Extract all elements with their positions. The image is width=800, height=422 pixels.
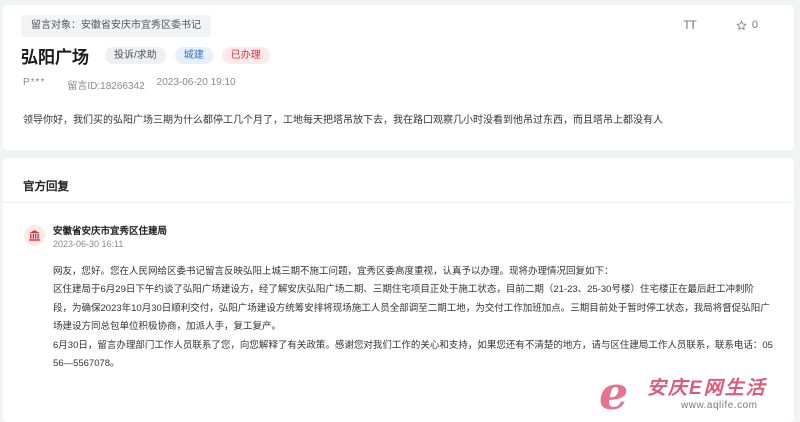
font-size-icon[interactable]: TT — [683, 18, 697, 32]
government-building-icon — [29, 230, 40, 241]
message-card: 留言对象：安徽省安庆市宜秀区委书记 TT 0 弘阳广场 投诉/求助 城建 已办理… — [3, 5, 794, 150]
toolbar: TT 0 — [683, 18, 758, 32]
reply-org-name: 安徽省安庆市宜秀区住建局 — [53, 226, 168, 237]
author-name: P*** — [23, 77, 46, 88]
message-target: 留言对象：安徽省安庆市宜秀区委书记 — [21, 15, 211, 37]
title-row: 弘阳广场 投诉/求助 城建 已办理 — [21, 43, 279, 68]
page-title: 弘阳广场 — [21, 48, 89, 67]
domain-tag[interactable]: 城建 — [174, 47, 213, 64]
message-meta: P*** 留言ID:18266342 2023-06-20 19:10 — [23, 77, 236, 92]
favorite-count: 0 — [751, 19, 758, 31]
divider — [3, 202, 794, 203]
site-watermark-logo: e 安庆E网生活 www.aqlife.com — [599, 370, 794, 418]
status-badge: 已办理 — [221, 47, 270, 64]
message-id: 留言ID:18266342 — [67, 81, 145, 92]
reply-content: 网友，您好。您在人民网给区委书记留言反映弘阳上城三期不施工问题，宜秀区委高度重视… — [53, 263, 783, 373]
reply-line: 6月30日，留言办理部门工作人员联系了您，向您解释了有关政策。感谢您对我们工作的… — [53, 339, 773, 351]
reply-line: 网友，您好。您在人民网给区委书记留言反映弘阳上城三期不施工问题，宜秀区委高度重视… — [53, 266, 614, 277]
favorite-button[interactable]: 0 — [736, 19, 758, 31]
avatar — [24, 225, 45, 246]
message-content: 领导你好，我们买的弘阳广场三期为什么都停工几个月了，工地每天把塔吊放下去，我在路… — [23, 115, 663, 126]
reply-datetime: 2023-06-30 16:11 — [53, 239, 124, 249]
category-tag[interactable]: 投诉/求助 — [105, 47, 166, 64]
watermark-name: 安庆E网生活 — [647, 378, 767, 399]
watermark-letter: e — [599, 366, 629, 420]
reply-line: 场建设方同总包单位积极协商，加派人手，复工复产。 — [53, 321, 282, 333]
star-icon — [736, 20, 747, 30]
watermark-url: www.aqlife.com — [681, 400, 758, 411]
message-datetime: 2023-06-20 19:10 — [156, 77, 236, 88]
reply-section-title: 官方回复 — [23, 181, 69, 193]
reply-line: 段，为确保2023年10月30日顺利交付，弘阳广场建设方统筹安排将现场施工人员全… — [53, 302, 770, 314]
reply-line: 区住建局于6月29日下午约谈了弘阳广场建设方，经了解安庆弘阳广场二期、三期住宅项… — [53, 284, 754, 296]
